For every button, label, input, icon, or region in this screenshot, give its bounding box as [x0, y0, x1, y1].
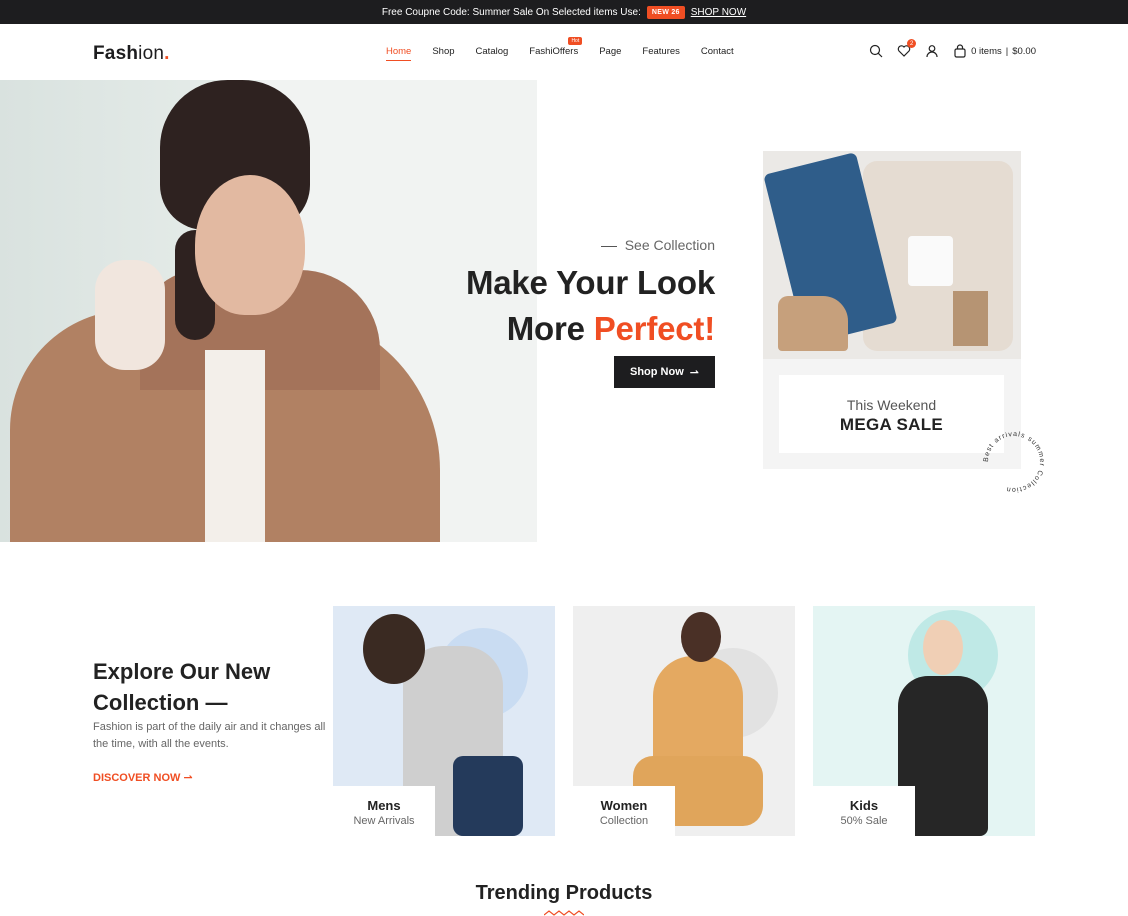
promo-bar: Free Coupne Code: Summer Sale On Selecte… [0, 0, 1128, 24]
nav-page[interactable]: Page [599, 46, 621, 57]
category-label-mens: Mens New Arrivals [333, 786, 435, 836]
category-subtitle: 50% Sale [840, 815, 888, 827]
nav-fashioffers[interactable]: FashiOffers Hot [529, 37, 583, 57]
nav-home[interactable]: Home [386, 46, 412, 61]
hero-headline-line2: More Perfect! [507, 310, 715, 348]
hero-headline-line1: Make Your Look [465, 264, 715, 301]
cart-total: $0.00 [1012, 45, 1036, 57]
shopping-bag-icon [953, 44, 967, 58]
logo[interactable]: Fashion. [93, 43, 170, 65]
promo-text: Free Coupne Code: Summer Sale On Selecte… [381, 6, 641, 18]
svg-text:Best arrivals summer Collectio: Best arrivals summer Collection [983, 431, 1045, 493]
see-collection-link[interactable]: See Collection [601, 237, 715, 253]
flatlay-clothing-image [763, 151, 1021, 359]
main-nav: Home Shop Catalog FashiOffers Hot Page Fe… [386, 37, 734, 61]
nav-hot-badge: Hot [568, 37, 583, 45]
heading-squiggle-decoration [544, 910, 584, 916]
nav-features[interactable]: Features [642, 46, 680, 57]
shop-now-label: Shop Now [630, 366, 684, 378]
wishlist-count-badge: 2 [907, 39, 917, 48]
mega-sale-card[interactable]: This Weekend MEGA SALE [763, 151, 1021, 469]
nav-catalog[interactable]: Catalog [476, 46, 509, 57]
cart-divider: | [1005, 45, 1009, 57]
cart-items: 0 items [971, 45, 1002, 57]
promo-shop-now-link[interactable]: SHOP NOW [691, 7, 746, 18]
shop-now-button[interactable]: Shop Now ⇀ [614, 356, 715, 388]
hero-headline-prefix: More [506, 310, 585, 347]
trending-products-heading: Trending Products [475, 882, 653, 904]
category-label-kids: Kids 50% Sale [813, 786, 915, 836]
category-subtitle: New Arrivals [353, 815, 415, 827]
category-subtitle: Collection [599, 815, 649, 827]
category-card-women[interactable]: Women Collection [573, 606, 795, 836]
explore-title-line2: Collection — [93, 690, 228, 715]
arrow-right-icon: ⇀ [689, 366, 699, 379]
coupon-code-badge: NEW 26 [646, 5, 685, 19]
category-title: Kids [849, 798, 879, 813]
nav-shop[interactable]: Shop [432, 46, 454, 57]
site-header: Fashion. Home Shop Catalog FashiOffers Ho… [0, 24, 1128, 80]
nav-fashioffers-label: FashiOffers [529, 46, 579, 57]
rotating-text-badge: Best arrivals summer Collection [983, 431, 1045, 493]
hero-headline-accent: Perfect! [593, 310, 715, 347]
header-actions: 2 0 items | $0.00 [869, 39, 1036, 58]
explore-title-line1: Explore Our New [93, 659, 271, 684]
cart-button[interactable]: 0 items | $0.00 [953, 44, 1036, 58]
wishlist-heart-icon[interactable]: 2 [897, 39, 917, 58]
hero-section: See Collection Make Your Look More Perfe… [0, 80, 1128, 542]
nav-contact[interactable]: Contact [701, 46, 734, 57]
explore-title: Explore Our New Collection — [93, 656, 270, 718]
account-user-icon[interactable] [925, 44, 939, 58]
category-title: Mens [367, 798, 401, 813]
category-card-mens[interactable]: Mens New Arrivals [333, 606, 555, 836]
category-label-women: Women Collection [573, 786, 675, 836]
logo-light: ion [138, 43, 165, 64]
arrow-right-icon: ⇀ [183, 772, 193, 784]
logo-dot: . [164, 43, 170, 64]
mega-sale-box: This Weekend MEGA SALE [779, 375, 1004, 453]
search-icon[interactable] [869, 44, 883, 58]
badge-ring-text: Best arrivals summer Collection [983, 431, 1044, 493]
discover-now-label: DISCOVER NOW [93, 772, 181, 784]
category-title: Women [600, 798, 648, 813]
discover-now-link[interactable]: DISCOVER NOW ⇀ [93, 771, 193, 784]
this-weekend-text: This Weekend [846, 397, 937, 413]
hero-text: See Collection Make Your Look More Perfe… [385, 80, 715, 542]
mega-sale-text: MEGA SALE [839, 415, 944, 434]
logo-bold: Fash [93, 43, 139, 64]
category-card-kids[interactable]: Kids 50% Sale [813, 606, 1035, 836]
explore-description: Fashion is part of the daily air and it … [93, 721, 326, 750]
